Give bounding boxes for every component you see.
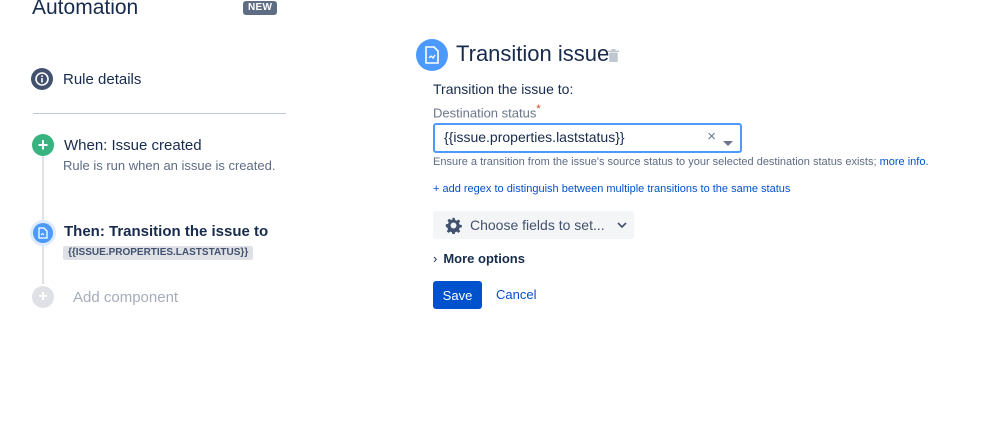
choose-fields-button[interactable]: Choose fields to set... bbox=[433, 211, 634, 239]
when-trigger-description: Rule is run when an issue is created. bbox=[63, 158, 276, 173]
chevron-down-icon bbox=[617, 222, 627, 228]
add-icon[interactable]: + bbox=[32, 286, 54, 308]
add-component-link[interactable]: Add component bbox=[73, 289, 178, 306]
destination-status-select[interactable]: {{issue.properties.laststatus}} × bbox=[433, 123, 742, 153]
choose-fields-label: Choose fields to set... bbox=[470, 217, 605, 233]
chevron-right-icon: › bbox=[433, 251, 438, 266]
save-button[interactable]: Save bbox=[433, 281, 482, 309]
more-options-toggle[interactable]: › More options bbox=[433, 251, 525, 266]
new-badge: NEW bbox=[243, 1, 278, 15]
when-trigger-label[interactable]: When: Issue created bbox=[64, 137, 202, 154]
destination-status-label: Destination status* bbox=[433, 103, 541, 121]
required-marker: * bbox=[536, 103, 541, 115]
info-icon[interactable] bbox=[31, 68, 53, 90]
document-icon bbox=[33, 223, 53, 243]
add-regex-link[interactable]: + add regex to distinguish between multi… bbox=[433, 183, 790, 195]
destination-status-value: {{issue.properties.laststatus}} bbox=[444, 129, 625, 145]
clear-icon[interactable]: × bbox=[707, 128, 716, 145]
then-action-label[interactable]: Then: Transition the issue to bbox=[64, 223, 268, 240]
cancel-button[interactable]: Cancel bbox=[496, 287, 536, 302]
transition-label: Transition the issue to: bbox=[433, 81, 574, 97]
rule-details-link[interactable]: Rule details bbox=[63, 71, 141, 88]
component-title: Transition issue bbox=[456, 41, 610, 66]
more-info-link[interactable]: more info. bbox=[880, 156, 929, 168]
chevron-down-icon[interactable] bbox=[723, 134, 733, 152]
then-action-icon-ring[interactable] bbox=[30, 220, 56, 246]
help-text: Ensure a transition from the issue's sou… bbox=[433, 156, 929, 168]
gear-icon bbox=[445, 217, 462, 234]
then-action-tag: {{ISSUE.PROPERTIES.LASTSTATUS}} bbox=[63, 246, 254, 260]
page-title: Automation bbox=[32, 0, 139, 19]
trash-icon[interactable] bbox=[608, 49, 619, 67]
divider bbox=[33, 113, 286, 114]
transition-document-icon bbox=[416, 39, 448, 71]
plus-icon[interactable]: + bbox=[32, 134, 54, 156]
